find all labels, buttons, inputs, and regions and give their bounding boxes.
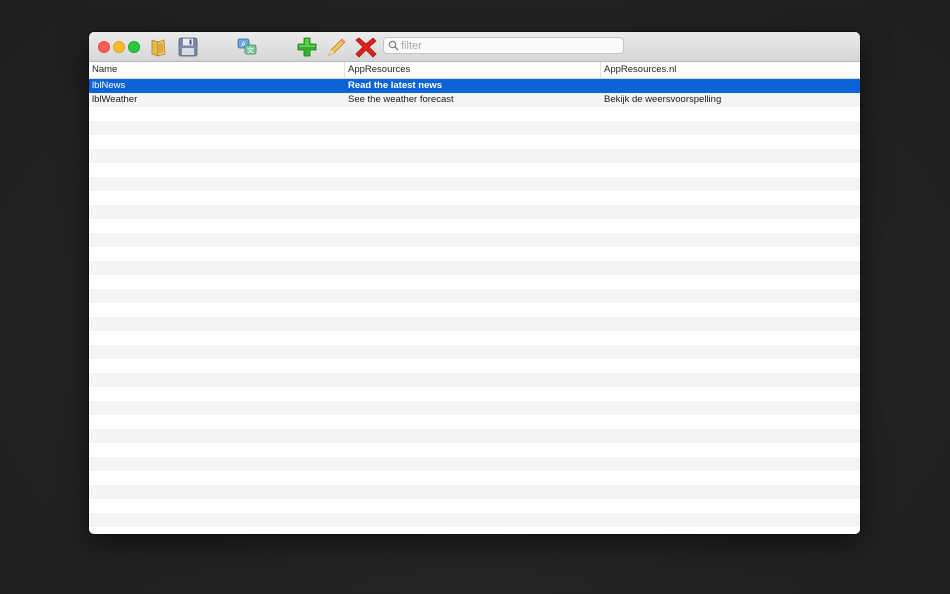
column-header-name[interactable]: Name — [89, 62, 345, 78]
filter-input[interactable] — [401, 38, 616, 53]
empty-table-row — [89, 121, 860, 135]
empty-table-row — [89, 233, 860, 247]
table-row[interactable]: lblWeather See the weather forecast Bekijk… — [89, 93, 860, 107]
empty-table-row — [89, 247, 860, 261]
resource-table: Name AppResources AppResources.nl lblNew… — [89, 62, 860, 534]
empty-table-row — [89, 261, 860, 275]
save-icon[interactable] — [177, 36, 199, 58]
toolbar: A 文 — [89, 32, 860, 62]
cell-name[interactable]: lblNews — [92, 79, 342, 93]
close-window-button[interactable] — [98, 41, 110, 53]
filter-search-field[interactable] — [383, 37, 624, 54]
empty-table-row — [89, 107, 860, 121]
empty-table-row — [89, 289, 860, 303]
empty-table-row — [89, 331, 860, 345]
empty-table-row — [89, 443, 860, 457]
table-body: lblNews Read the latest news lblWeather See… — [89, 79, 860, 534]
empty-table-row — [89, 415, 860, 429]
empty-table-row — [89, 513, 860, 527]
cell-appresources-nl[interactable]: Bekijk de weersvoorspelling — [604, 93, 854, 107]
empty-table-row — [89, 275, 860, 289]
empty-table-row — [89, 401, 860, 415]
svg-text:文: 文 — [247, 46, 254, 55]
empty-table-row — [89, 317, 860, 331]
empty-table-row — [89, 457, 860, 471]
empty-table-row — [89, 219, 860, 233]
edit-icon[interactable] — [326, 36, 348, 58]
delete-icon[interactable] — [355, 36, 377, 58]
empty-table-row — [89, 191, 860, 205]
empty-table-row — [89, 359, 860, 373]
empty-table-row — [89, 429, 860, 443]
empty-table-row — [89, 373, 860, 387]
open-icon[interactable] — [148, 36, 170, 58]
column-header-appresources[interactable]: AppResources — [345, 62, 601, 78]
empty-table-row — [89, 485, 860, 499]
cell-appresources[interactable]: See the weather forecast — [348, 93, 598, 107]
empty-table-row — [89, 499, 860, 513]
empty-table-row — [89, 471, 860, 485]
cell-appresources-nl[interactable] — [604, 79, 854, 93]
empty-table-row — [89, 205, 860, 219]
search-icon — [388, 40, 399, 51]
empty-table-row — [89, 149, 860, 163]
empty-table-row — [89, 177, 860, 191]
minimize-window-button[interactable] — [113, 41, 125, 53]
cell-appresources[interactable]: Read the latest news — [348, 79, 598, 93]
table-header: Name AppResources AppResources.nl — [89, 62, 860, 79]
empty-table-row — [89, 387, 860, 401]
empty-table-row — [89, 345, 860, 359]
add-icon[interactable] — [296, 36, 318, 58]
empty-table-row — [89, 527, 860, 534]
empty-table-row — [89, 303, 860, 317]
translate-icon[interactable]: A 文 — [236, 36, 258, 58]
column-header-appresources-nl[interactable]: AppResources.nl — [601, 62, 860, 78]
app-window: A 文 filter Name AppResources AppResource… — [89, 32, 860, 534]
table-row[interactable]: lblNews Read the latest news — [89, 79, 860, 93]
zoom-window-button[interactable] — [128, 41, 140, 53]
cell-name[interactable]: lblWeather — [92, 93, 342, 107]
empty-table-row — [89, 135, 860, 149]
empty-table-row — [89, 163, 860, 177]
